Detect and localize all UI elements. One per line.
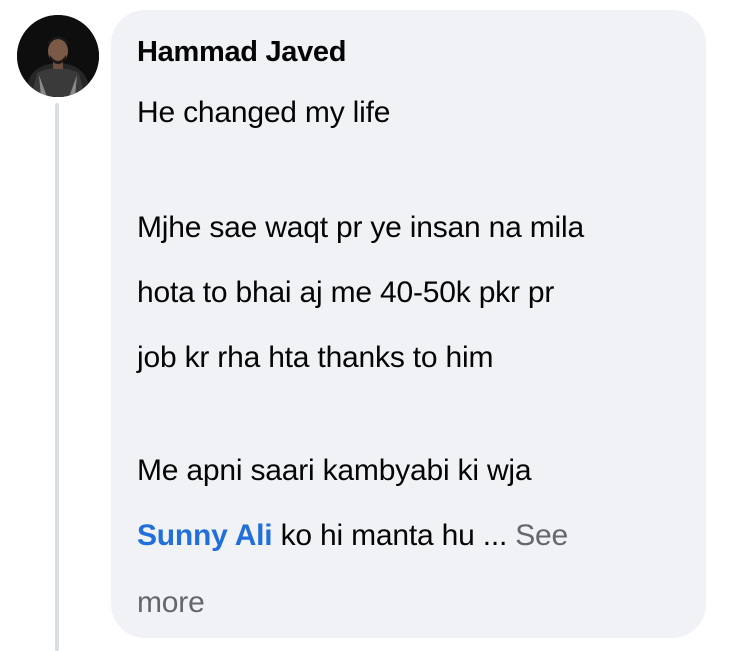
comment-screen: Hammad Javed He changed my life Mjhe sae…: [0, 0, 730, 651]
thread-line: [55, 103, 59, 651]
comment-text-line: hota to bhai aj me 40-50k pkr pr: [137, 276, 555, 309]
comment-text-segment: ko hi manta hu ...: [272, 519, 516, 552]
comment-text-line: He changed my life: [137, 96, 391, 129]
comment-text-line: Mjhe sae waqt pr ye insan na mila: [137, 211, 584, 244]
avatar[interactable]: [17, 15, 99, 97]
see-more-link[interactable]: See: [515, 519, 568, 552]
mention-link[interactable]: Sunny Ali: [137, 519, 273, 552]
see-more-continuation: more: [137, 586, 205, 620]
comment-text-line: job kr rha hta thanks to him: [137, 341, 494, 374]
comment-author[interactable]: Hammad Javed: [137, 36, 346, 69]
profile-photo-icon: [17, 15, 99, 97]
see-more-link[interactable]: more: [137, 586, 205, 619]
comment-text-line: Sunny Ali ko hi manta hu ... See: [137, 519, 568, 553]
comment-text-line: Me apni saari kambyabi ki wja: [137, 454, 532, 487]
